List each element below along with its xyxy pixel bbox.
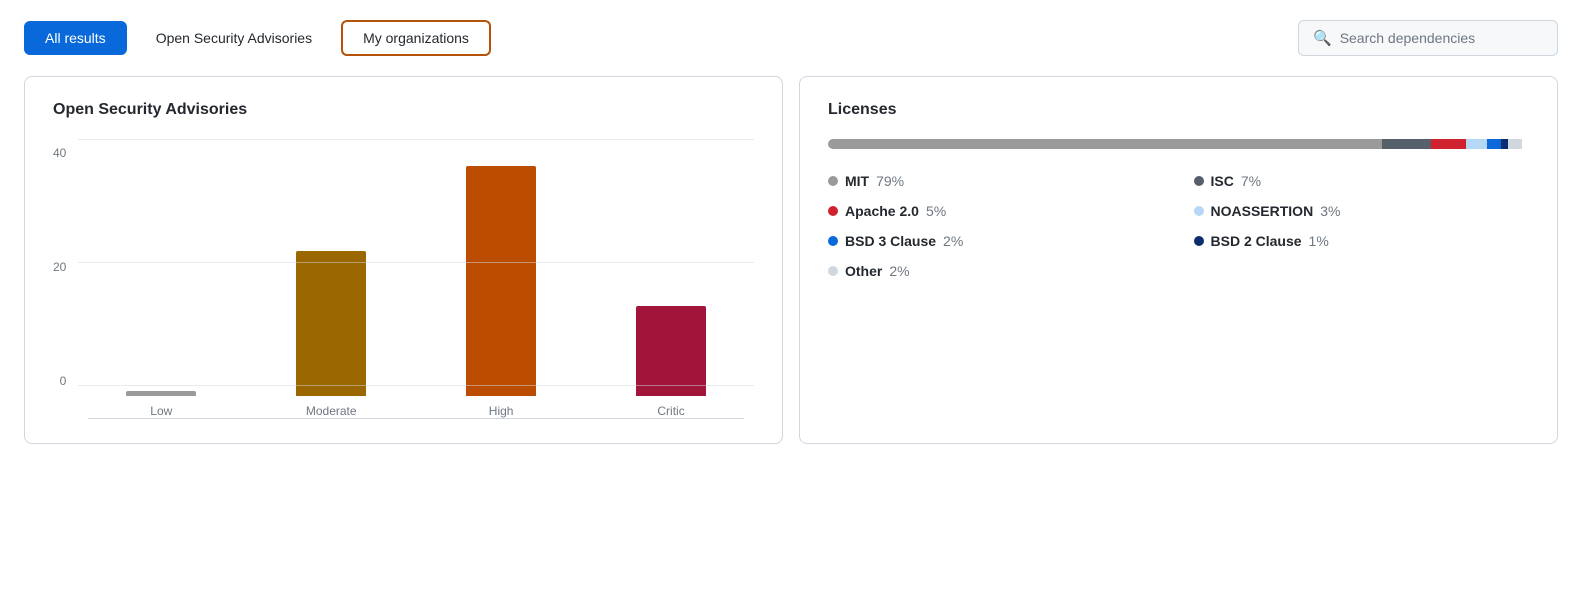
bar-moderate [296, 251, 366, 396]
bar-critic [636, 306, 706, 396]
legend-pct: 1% [1309, 233, 1329, 249]
open-security-advisories-card: Open Security Advisories 40 20 0 [24, 76, 783, 444]
bar-group-critic: Critic [598, 306, 744, 418]
legend-name: ISC [1211, 173, 1234, 189]
tab-open-security-advisories[interactable]: Open Security Advisories [135, 21, 333, 55]
legend-name: BSD 3 Clause [845, 233, 936, 249]
legend-pct: 79% [876, 173, 904, 189]
license-segment-bsd-2-clause [1501, 139, 1508, 149]
tab-all-results[interactable]: All results [24, 21, 127, 55]
chart-area: 40 20 0 Low Moderate Hig [53, 139, 754, 419]
x-axis-line [88, 418, 744, 419]
legend-item-bsd-2-clause: BSD 2 Clause 1% [1194, 233, 1530, 249]
license-legend: MIT 79% ISC 7% Apache 2.0 5% NOASSERTION… [828, 173, 1529, 279]
search-placeholder: Search dependencies [1340, 30, 1475, 46]
legend-dot [828, 236, 838, 246]
legend-item-isc: ISC 7% [1194, 173, 1530, 189]
legend-dot [1194, 236, 1204, 246]
license-bar-container [828, 139, 1529, 149]
bar-label-high: High [489, 404, 514, 418]
legend-dot [828, 206, 838, 216]
legend-name: Apache 2.0 [845, 203, 919, 219]
legend-dot [1194, 176, 1204, 186]
legend-pct: 3% [1320, 203, 1340, 219]
top-bar: All results Open Security Advisories My … [24, 20, 1558, 56]
search-box[interactable]: 🔍 Search dependencies [1298, 20, 1558, 56]
legend-item-noassertion: NOASSERTION 3% [1194, 203, 1530, 219]
y-label-0: 0 [60, 375, 67, 387]
bar-label-critic: Critic [657, 404, 684, 418]
bar-group-high: High [428, 166, 574, 418]
licenses-card: Licenses MIT 79% ISC 7% Apache 2.0 5% NO… [799, 76, 1558, 444]
legend-name: NOASSERTION [1211, 203, 1314, 219]
license-segment-mit [828, 139, 1382, 149]
license-segment-apache-2.0 [1431, 139, 1466, 149]
license-segment-isc [1382, 139, 1431, 149]
license-segment-other [1508, 139, 1522, 149]
legend-item-other: Other 2% [828, 263, 1164, 279]
legend-item-mit: MIT 79% [828, 173, 1164, 189]
right-card-title: Licenses [828, 101, 1529, 119]
cards-row: Open Security Advisories 40 20 0 [24, 76, 1558, 444]
legend-pct: 5% [926, 203, 946, 219]
legend-name: BSD 2 Clause [1211, 233, 1302, 249]
legend-dot [828, 176, 838, 186]
license-segment-noassertion [1466, 139, 1487, 149]
bar-high [466, 166, 536, 396]
legend-item-bsd-3-clause: BSD 3 Clause 2% [828, 233, 1164, 249]
bar-label-low: Low [150, 404, 172, 418]
legend-dot [828, 266, 838, 276]
y-label-40: 40 [53, 147, 66, 159]
y-axis: 40 20 0 [53, 147, 66, 387]
search-icon: 🔍 [1313, 29, 1332, 47]
bar-label-moderate: Moderate [306, 404, 357, 418]
legend-name: Other [845, 263, 882, 279]
legend-pct: 2% [889, 263, 909, 279]
legend-pct: 7% [1241, 173, 1261, 189]
bar-low [126, 391, 196, 396]
license-bar [828, 139, 1529, 149]
gridline-top [78, 139, 754, 140]
y-label-20: 20 [53, 261, 66, 273]
grid-and-bars: Low Moderate High Critic [78, 139, 754, 418]
legend-dot [1194, 206, 1204, 216]
bar-group-moderate: Moderate [258, 251, 404, 418]
license-segment-bsd-3-clause [1487, 139, 1501, 149]
legend-pct: 2% [943, 233, 963, 249]
chart-inner: Low Moderate High Critic [78, 139, 754, 419]
tab-my-organizations[interactable]: My organizations [341, 20, 491, 56]
legend-item-apache-2.0: Apache 2.0 5% [828, 203, 1164, 219]
legend-name: MIT [845, 173, 869, 189]
left-card-title: Open Security Advisories [53, 101, 754, 119]
bars-row: Low Moderate High Critic [78, 178, 754, 418]
bar-group-low: Low [88, 391, 234, 418]
